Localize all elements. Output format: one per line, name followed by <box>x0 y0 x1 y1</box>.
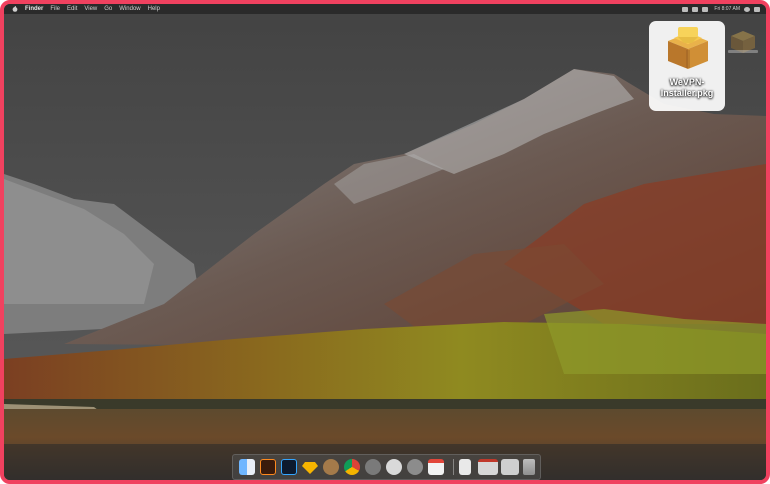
keyboard-icon[interactable] <box>501 459 519 475</box>
file-name-line-2: Installer.pkg <box>660 88 714 98</box>
wifi-icon[interactable] <box>692 6 699 12</box>
apple-icon[interactable] <box>12 6 18 12</box>
illustrator-icon[interactable] <box>260 459 276 475</box>
menu-view[interactable]: View <box>84 6 97 12</box>
package-installer-icon <box>668 27 708 69</box>
chrome-icon[interactable] <box>344 459 360 475</box>
menu-help[interactable]: Help <box>148 6 160 12</box>
launchpad-icon[interactable] <box>365 459 381 475</box>
status-icon[interactable] <box>682 6 689 12</box>
menu-bar: Finder File Edit View Go Window Help Fri… <box>4 4 766 14</box>
app-store-icon[interactable] <box>407 459 423 475</box>
dock <box>232 454 541 480</box>
battery-icon[interactable] <box>702 6 709 12</box>
desktop-file-wevpn-installer[interactable]: WeVPN- Installer.pkg <box>649 21 725 111</box>
receipt-icon[interactable] <box>478 459 498 475</box>
menu-go[interactable]: Go <box>104 6 112 12</box>
desktop[interactable]: Finder File Edit View Go Window Help Fri… <box>4 4 766 480</box>
menu-finder[interactable]: Finder <box>25 6 43 12</box>
screen-frame: Finder File Edit View Go Window Help Fri… <box>0 0 770 484</box>
dock-separator <box>453 459 454 475</box>
file-name-line-1: WeVPN- <box>669 77 705 87</box>
menu-extras: Fri 8:07 AM <box>682 4 760 14</box>
package-icon-label <box>728 50 758 53</box>
menu-window[interactable]: Window <box>119 6 140 12</box>
menu-edit[interactable]: Edit <box>67 6 77 12</box>
calendar-icon[interactable] <box>428 459 444 475</box>
sketch-icon[interactable] <box>302 459 318 475</box>
menu-clock[interactable]: Fri 8:07 AM <box>714 6 740 12</box>
document-icon[interactable] <box>459 459 471 475</box>
notification-center-icon[interactable] <box>754 6 760 12</box>
trash-icon[interactable] <box>523 459 535 475</box>
search-icon[interactable] <box>744 6 750 12</box>
menu-file[interactable]: File <box>50 6 60 12</box>
itunes-icon[interactable] <box>386 459 402 475</box>
finder-icon[interactable] <box>239 459 255 475</box>
tweetbot-icon[interactable] <box>323 459 339 475</box>
photoshop-icon[interactable] <box>281 459 297 475</box>
